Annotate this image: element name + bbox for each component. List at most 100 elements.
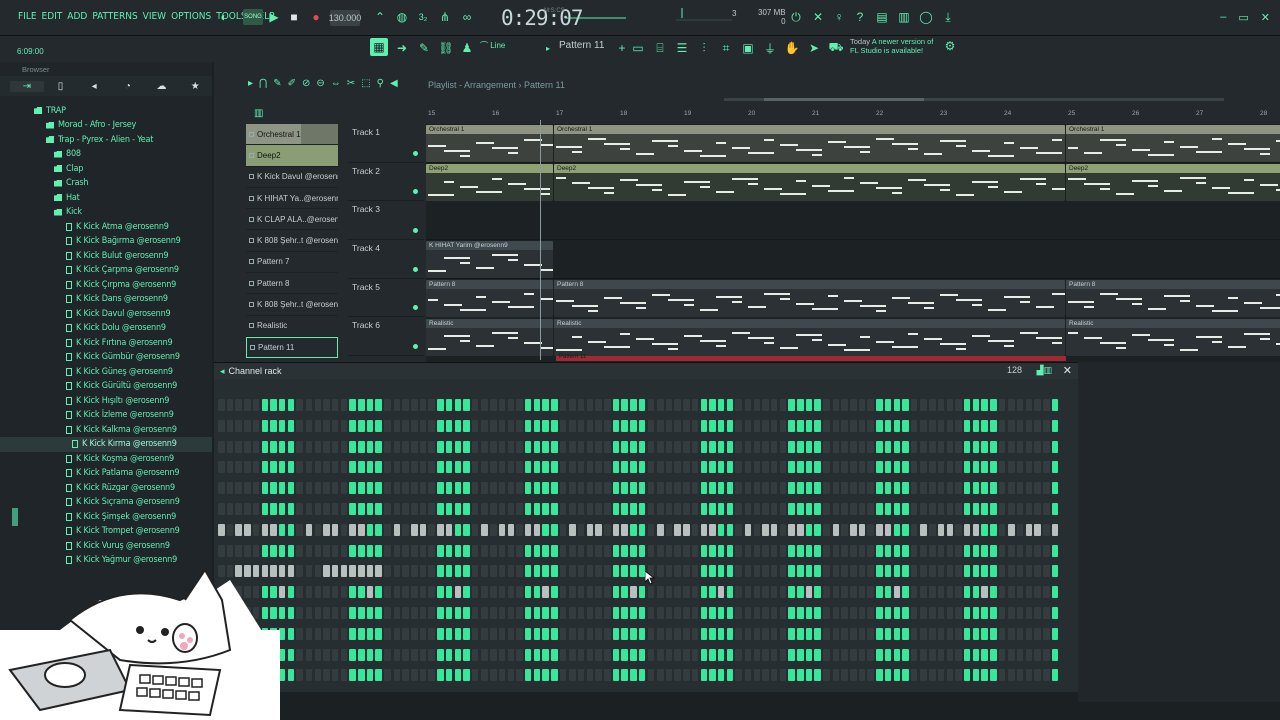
step-button[interactable]: [858, 419, 866, 432]
step-button[interactable]: [612, 565, 620, 578]
step-button[interactable]: [481, 586, 488, 599]
draw-icon[interactable]: ✎: [416, 40, 432, 56]
step-button[interactable]: [463, 627, 470, 640]
step-button[interactable]: [340, 544, 348, 557]
step-button[interactable]: [437, 544, 444, 557]
step-button[interactable]: [551, 440, 558, 453]
step-button[interactable]: [884, 627, 892, 640]
step-button[interactable]: [559, 565, 567, 578]
step-button[interactable]: [762, 565, 769, 578]
loop-record-icon[interactable]: ∞: [459, 9, 475, 25]
step-button[interactable]: [674, 627, 681, 640]
step-button[interactable]: [445, 565, 453, 578]
step-button[interactable]: [902, 461, 909, 474]
pattern-list-item[interactable]: Orchestral 1: [246, 124, 338, 146]
step-button[interactable]: [481, 482, 488, 495]
step-button[interactable]: [929, 544, 936, 557]
step-button[interactable]: [990, 503, 997, 515]
playlist-timeline[interactable]: 15 16 17 18 19 20 21 22 23 24 25 26 27 28: [426, 110, 1280, 122]
step-button[interactable]: [305, 648, 313, 661]
step-button[interactable]: [586, 461, 594, 474]
step-button[interactable]: [1016, 503, 1024, 515]
step-button[interactable]: [612, 523, 620, 536]
step-button[interactable]: [902, 399, 909, 411]
step-button[interactable]: [516, 419, 523, 432]
step-button[interactable]: [929, 586, 936, 599]
step-button[interactable]: [384, 565, 391, 578]
step-button[interactable]: [577, 627, 585, 640]
step-button[interactable]: [884, 607, 892, 619]
step-button[interactable]: [542, 503, 549, 515]
step-button[interactable]: [498, 419, 506, 432]
step-button[interactable]: [375, 523, 382, 536]
step-button[interactable]: [717, 627, 725, 640]
step-button[interactable]: [437, 419, 444, 432]
step-button[interactable]: [586, 669, 594, 682]
step-button[interactable]: [858, 399, 866, 411]
step-button[interactable]: [709, 544, 716, 557]
step-button[interactable]: [744, 627, 752, 640]
step-button[interactable]: [779, 461, 787, 474]
step-button[interactable]: [428, 627, 435, 640]
step-button[interactable]: [490, 669, 497, 682]
step-button[interactable]: [287, 482, 295, 495]
step-button[interactable]: [893, 586, 900, 599]
step-button[interactable]: [1008, 586, 1015, 599]
step-button[interactable]: [366, 399, 374, 411]
step-button[interactable]: [981, 607, 988, 619]
step-button[interactable]: [753, 669, 760, 682]
step-button[interactable]: [972, 440, 980, 453]
step-button[interactable]: [533, 586, 541, 599]
browser-file[interactable]: K Kick Fırtına @erosenn9: [0, 335, 212, 350]
browser-folder[interactable]: Crash: [0, 176, 212, 191]
step-button[interactable]: [929, 565, 936, 578]
step-button[interactable]: [366, 440, 374, 453]
step-button[interactable]: [551, 461, 558, 474]
step-button[interactable]: [753, 399, 760, 411]
step-button[interactable]: [963, 565, 971, 578]
step-button[interactable]: [366, 544, 374, 557]
playlist-clip[interactable]: Pattern 8: [426, 279, 553, 317]
step-button[interactable]: [1034, 669, 1041, 682]
step-button[interactable]: [797, 607, 804, 619]
step-button[interactable]: [762, 482, 769, 495]
step-button[interactable]: [963, 399, 971, 411]
step-button[interactable]: [762, 544, 769, 557]
step-button[interactable]: [735, 482, 742, 495]
step-button[interactable]: [296, 482, 303, 495]
microphone-icon[interactable]: ♀: [831, 9, 847, 25]
step-button[interactable]: [445, 669, 453, 682]
step-button[interactable]: [972, 586, 980, 599]
playlist-magnet-icon[interactable]: ⋂: [259, 78, 267, 92]
step-button[interactable]: [832, 607, 840, 619]
step-button[interactable]: [823, 419, 830, 432]
step-button[interactable]: [867, 503, 874, 515]
step-button[interactable]: [323, 627, 330, 640]
step-button[interactable]: [858, 461, 866, 474]
step-button[interactable]: [832, 627, 840, 640]
step-button[interactable]: [762, 461, 769, 474]
step-button[interactable]: [226, 461, 234, 474]
step-button[interactable]: [1034, 627, 1041, 640]
step-button[interactable]: [340, 523, 348, 536]
step-button[interactable]: [542, 669, 549, 682]
step-button[interactable]: [630, 523, 637, 536]
step-button[interactable]: [454, 523, 461, 536]
step-button[interactable]: [744, 607, 752, 619]
step-button[interactable]: [471, 440, 479, 453]
step-button[interactable]: [823, 586, 830, 599]
tempo-display[interactable]: 130.000: [329, 10, 361, 26]
step-button[interactable]: [524, 627, 532, 640]
step-button[interactable]: [726, 440, 734, 453]
step-button[interactable]: [375, 565, 382, 578]
step-button[interactable]: [358, 461, 365, 474]
step-button[interactable]: [314, 461, 321, 474]
step-button[interactable]: [1008, 523, 1015, 536]
step-button[interactable]: [902, 419, 909, 432]
step-button[interactable]: [972, 565, 980, 578]
step-button[interactable]: [788, 440, 795, 453]
step-button[interactable]: [437, 607, 444, 619]
step-button[interactable]: [920, 648, 927, 661]
step-button[interactable]: [744, 440, 752, 453]
step-button[interactable]: [657, 503, 664, 515]
